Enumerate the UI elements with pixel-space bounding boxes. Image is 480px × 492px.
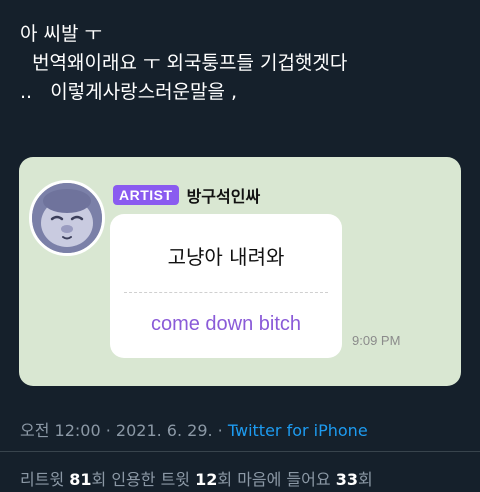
quotes-unit: 회 <box>217 470 238 489</box>
tweet-text: 아 씨발 ㅜ 번역왜이래요 ㅜ 외국퉁프들 기겁햇겟다 .. 이렇게사랑스러운말을… <box>20 20 347 107</box>
tweet-time[interactable]: 오전 12:00 <box>20 421 101 440</box>
artist-header: ARTIST 방구석인싸 <box>113 183 260 207</box>
avatar-face-icon <box>32 183 102 253</box>
tweet-stats: 리트윗 81회 인용한 트윗 12회 마음에 들어요 33회 <box>20 466 373 490</box>
retweets-label: 리트윗 <box>20 470 70 489</box>
message-translation: come down bitch <box>150 313 302 335</box>
tweet-line-1: 아 씨발 ㅜ <box>20 23 102 45</box>
retweets-count[interactable]: 81 <box>69 470 91 489</box>
message-bubble: 고냥아 내려와 come down bitch <box>110 214 342 358</box>
retweets-unit: 회 <box>91 470 112 489</box>
artist-name: 방구석인싸 <box>186 187 261 206</box>
quotes-count[interactable]: 12 <box>195 470 217 489</box>
quotes-label: 인용한 트윗 <box>111 470 196 489</box>
message-time: 9:09 PM <box>352 333 401 348</box>
likes-unit: 회 <box>357 470 373 489</box>
artist-avatar <box>29 180 105 256</box>
attached-image-card[interactable]: ARTIST 방구석인싸 고냥아 내려와 come down bitch 9:0… <box>19 157 461 386</box>
tweet-line-3: .. 이렇게사랑스러운말을 , <box>20 81 238 103</box>
divider <box>0 451 480 452</box>
likes-count[interactable]: 33 <box>336 470 358 489</box>
meta-separator: · <box>212 421 228 440</box>
message-korean: 고냥아 내려와 <box>167 245 285 269</box>
tweet-source-link[interactable]: Twitter for iPhone <box>228 421 368 440</box>
tweet-meta: 오전 12:00 · 2021. 6. 29. · Twitter for iP… <box>20 417 368 441</box>
meta-separator: · <box>100 421 116 440</box>
likes-label: 마음에 들어요 <box>237 470 336 489</box>
artist-badge: ARTIST <box>113 185 179 205</box>
translation-divider <box>124 292 328 293</box>
tweet-date[interactable]: 2021. 6. 29. <box>116 421 213 440</box>
tweet-line-2: 번역왜이래요 ㅜ 외국퉁프들 기겁햇겟다 <box>20 52 348 74</box>
